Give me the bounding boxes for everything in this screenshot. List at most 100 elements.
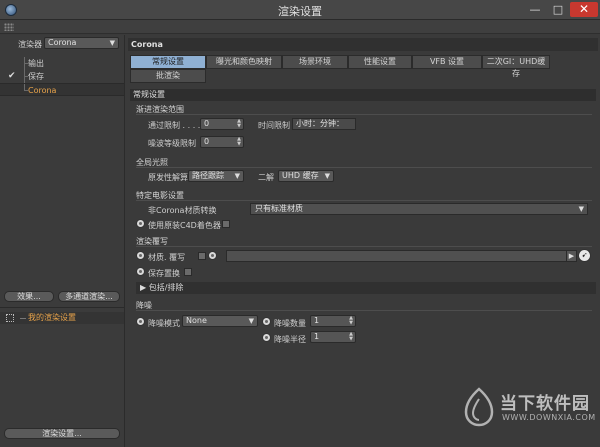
noise-limit-label: 噪波等级限制 <box>148 139 196 148</box>
spinner-arrows-icon[interactable]: ▲ ▼ <box>349 332 353 342</box>
tree-item-output[interactable]: 输出 <box>0 57 124 70</box>
use-c4d-shaders-checkbox[interactable] <box>222 220 230 228</box>
expand-icon[interactable] <box>6 314 14 322</box>
material-conversion-dropdown[interactable]: 只有标准材质 ▼ <box>250 203 588 215</box>
noise-limit-input[interactable]: 0 ▲ ▼ <box>200 136 244 148</box>
denoise-amount-radio[interactable] <box>262 317 271 326</box>
denoise-radius-radio[interactable] <box>262 333 271 342</box>
pass-limit-value: 0 <box>204 119 210 128</box>
picker-icon[interactable]: ➹ <box>578 249 591 262</box>
tab-performance[interactable]: 性能设置 <box>348 55 412 69</box>
denoise-radius-label: 降噪半径 <box>274 335 306 344</box>
secondary-solver-value: UHD 缓存 <box>282 171 319 180</box>
chevron-down-icon: ▼ <box>578 205 584 213</box>
divider <box>136 114 592 115</box>
pass-limit-label: 通过限制 . . . . <box>148 121 201 130</box>
denoise-mode-value: None <box>186 316 207 325</box>
renderer-dropdown[interactable]: Corona ▼ <box>44 37 119 49</box>
tree-item-label: 保存 <box>28 72 44 81</box>
tab-secondary-gi-uhd[interactable]: 二次GI：UHD缓存 <box>482 55 550 78</box>
material-override-radio[interactable] <box>136 251 145 260</box>
denoise-mode-dropdown[interactable]: None ▼ <box>182 315 258 327</box>
preset-item-my-render-settings[interactable]: 我的渲染设置 <box>0 312 124 324</box>
chevron-down-icon: ▼ <box>324 172 330 180</box>
keep-displacement-checkbox[interactable] <box>184 268 192 276</box>
tree-branch <box>20 318 26 319</box>
chevron-down-icon: ▼ <box>234 172 240 180</box>
material-override-checkbox[interactable] <box>198 252 206 260</box>
spinner-arrows-icon[interactable]: ▲ ▼ <box>349 316 353 326</box>
tab-general[interactable]: 常规设置 <box>130 55 206 69</box>
preset-label: 我的渲染设置 <box>28 313 76 322</box>
title-bar: 渲染设置 — □ ✕ <box>0 0 600 20</box>
divider <box>136 200 592 201</box>
denoise-radius-input[interactable]: 1 ▲ ▼ <box>310 331 356 343</box>
tab-vfb-settings[interactable]: VFB 设置 <box>412 55 482 69</box>
include-exclude-label: 包括/排除 <box>148 283 184 292</box>
pass-limit-input[interactable]: 0 ▲ ▼ <box>200 118 244 130</box>
tree-branch <box>24 90 28 91</box>
grip-icon[interactable] <box>4 23 14 31</box>
primary-solver-label: 原发性解算 <box>148 173 188 182</box>
pick-arrow-icon[interactable]: ▶ <box>566 250 577 262</box>
divider <box>136 310 592 311</box>
tree-item-label: 输出 <box>28 59 44 68</box>
panel-header: Corona <box>128 38 598 51</box>
watermark-brand: 当下软件园 <box>500 394 590 414</box>
override-material-radio[interactable] <box>208 251 217 260</box>
material-override-label: 材质. 覆写 <box>148 253 186 262</box>
denoise-amount-value: 1 <box>314 316 320 325</box>
material-conversion-value: 只有标准材质 <box>255 204 303 213</box>
spinner-arrows-icon[interactable]: ▲ ▼ <box>237 137 241 147</box>
chevron-down-icon: ▼ <box>248 317 254 325</box>
divider <box>136 246 592 247</box>
checkmark-icon[interactable]: ✔ <box>8 70 16 83</box>
override-material-field[interactable] <box>226 250 576 262</box>
minimize-button[interactable]: — <box>524 2 546 17</box>
divider <box>136 167 592 168</box>
denoise-mode-label: 降噪模式 <box>148 319 180 328</box>
render-settings-button[interactable]: 渲染设置... <box>4 428 120 439</box>
watermark-logo-icon <box>464 387 494 427</box>
chevron-down-icon: ▼ <box>109 39 115 47</box>
watermark-url: WWW.DOWNXIA.COM <box>502 413 596 422</box>
include-exclude-section[interactable]: ▶ 包括/排除 <box>136 282 596 294</box>
primary-solver-dropdown[interactable]: 路径跟踪 ▼ <box>188 170 244 182</box>
multipass-button[interactable]: 多通道渲染... <box>58 291 120 302</box>
keep-displacement-label: 保存置换 <box>148 269 180 278</box>
tree-item-save[interactable]: ✔ 保存 <box>0 70 124 83</box>
secondary-solver-dropdown[interactable]: UHD 缓存 ▼ <box>278 170 334 182</box>
keep-displacement-radio[interactable] <box>136 267 145 276</box>
renderer-value: Corona <box>48 38 77 47</box>
use-c4d-shaders-label: 使用原装C4D着色器 <box>148 221 221 230</box>
tab-batch-render[interactable]: 批渲染 <box>130 69 206 83</box>
denoise-amount-label: 降噪数量 <box>274 319 306 328</box>
use-c4d-shaders-radio[interactable] <box>136 219 145 228</box>
denoise-mode-radio[interactable] <box>136 317 145 326</box>
settings-tree: 输出 ✔ 保存 Corona <box>0 57 124 96</box>
left-panel: 渲染器 Corona ▼ 输出 ✔ 保存 Corona 效果... 多通道渲染.… <box>0 35 125 447</box>
section-general-settings: 常规设置 <box>130 89 596 101</box>
tab-exposure-colormap[interactable]: 曝光和颜色映射 <box>206 55 282 69</box>
tab-scene-environment[interactable]: 场景环境 <box>282 55 348 69</box>
toolbar <box>0 20 600 34</box>
tree-item-label: Corona <box>28 86 57 95</box>
effect-button[interactable]: 效果... <box>4 291 54 302</box>
preset-list: 我的渲染设置 <box>0 307 124 417</box>
watermark: 当下软件园 WWW.DOWNXIA.COM <box>462 385 595 431</box>
tree-branch <box>24 76 28 77</box>
secondary-solver-label: 二解 <box>258 173 274 182</box>
primary-solver-value: 路径跟踪 <box>192 171 224 180</box>
tree-branch <box>24 63 28 64</box>
maximize-button[interactable]: □ <box>547 2 569 17</box>
denoise-radius-value: 1 <box>314 332 320 341</box>
tree-item-corona[interactable]: Corona <box>0 83 124 96</box>
triangle-right-icon: ▶ <box>140 283 147 292</box>
time-limit-input[interactable]: 小时：分钟： <box>292 118 356 130</box>
denoise-amount-input[interactable]: 1 ▲ ▼ <box>310 315 356 327</box>
material-conversion-label: 非Corona材质转换 <box>148 206 217 215</box>
close-button[interactable]: ✕ <box>570 2 598 17</box>
renderer-label: 渲染器 <box>18 40 42 49</box>
window-title: 渲染设置 <box>278 5 322 18</box>
spinner-arrows-icon[interactable]: ▲ ▼ <box>237 119 241 129</box>
